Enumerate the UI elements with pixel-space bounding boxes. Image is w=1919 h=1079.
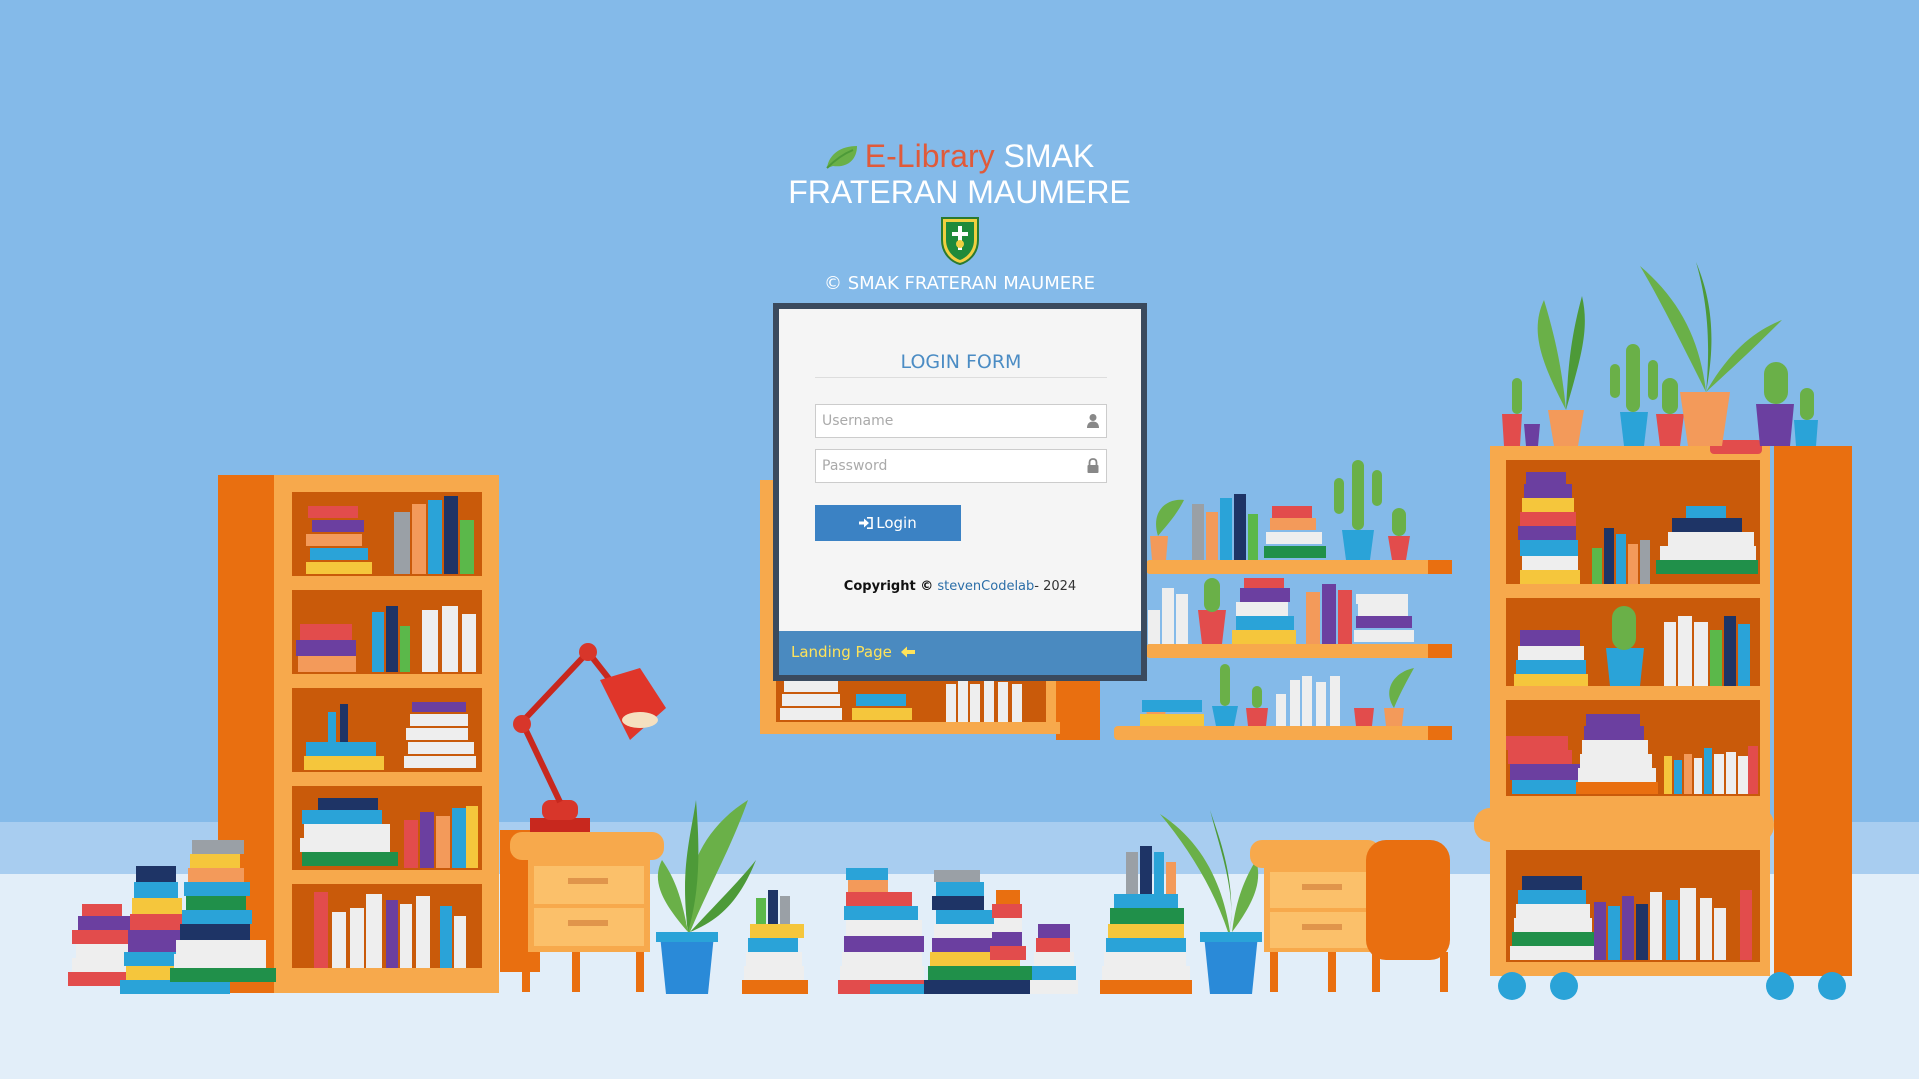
school-crest-icon [940,217,979,266]
user-icon [1087,414,1099,428]
login-button-label: Login [876,514,917,532]
sign-in-icon [859,517,874,529]
copyright-year: - 2024 [1034,579,1077,594]
login-form-panel: LOGIN FORM Login Copyright © stevenCodel… [773,303,1147,681]
site-title: E-Library SMAK FRATERAN MAUMERE [0,138,1919,210]
landing-page-label: Landing Page [791,643,892,661]
title-rest: SMAK [1003,138,1095,174]
page-header: E-Library SMAK FRATERAN MAUMERE © SMAK F… [0,138,1919,294]
leaf-icon [826,146,857,169]
left-bookcase [218,475,499,993]
username-field[interactable] [815,404,1107,438]
title-line-2: FRATERAN MAUMERE [788,174,1131,210]
form-footer-copyright: Copyright © stevenCodelab- 2024 [779,579,1141,594]
title-accent: E-Library [864,138,995,174]
copyright-label: Copyright © [843,579,934,594]
arrow-left-icon [900,646,915,658]
password-input[interactable] [816,450,1078,482]
header-copyright: © SMAK FRATERAN MAUMERE [823,273,1095,294]
password-field[interactable] [815,449,1107,483]
landing-bar: Landing Page [779,631,1141,675]
landing-page-link[interactable]: Landing Page [791,643,916,661]
login-button[interactable]: Login [815,505,961,541]
lock-icon [1087,458,1099,473]
author-link[interactable]: stevenCodelab [937,579,1034,594]
login-form-title: LOGIN FORM [815,351,1107,378]
username-input[interactable] [816,405,1078,437]
